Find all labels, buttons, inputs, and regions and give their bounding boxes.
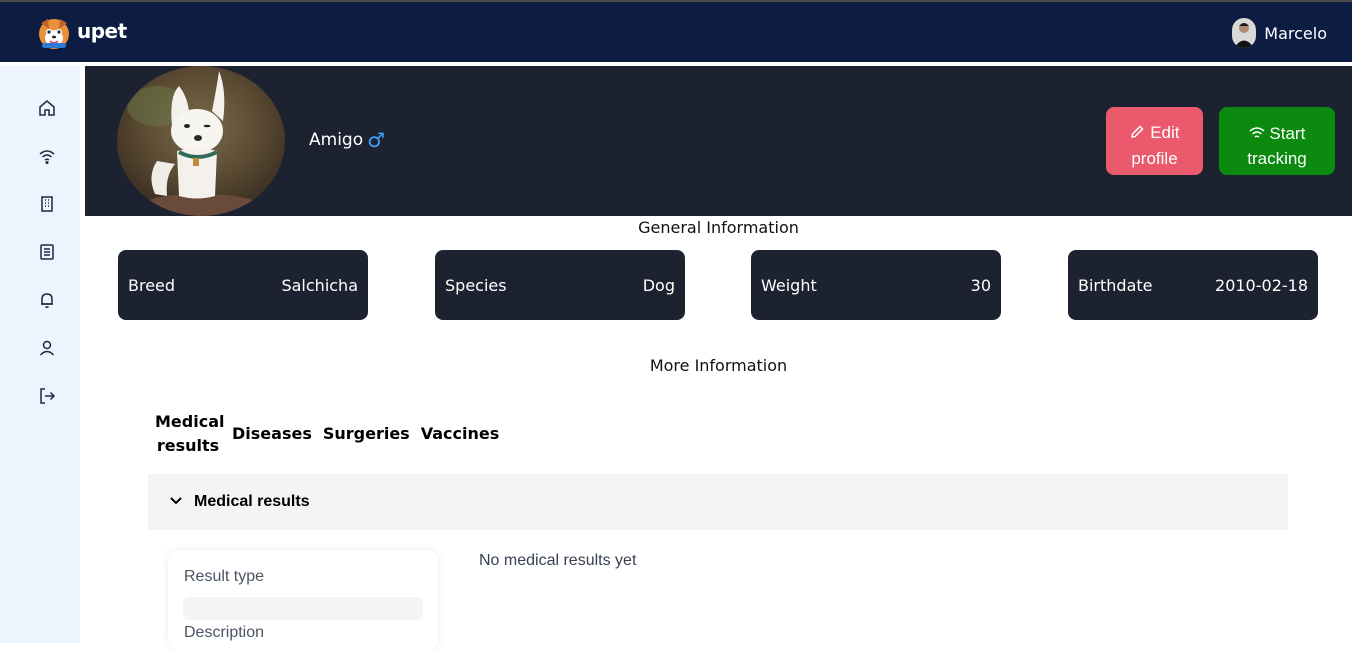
info-card-value: 2010-02-18 — [1215, 275, 1308, 295]
more-information-title: More Information — [649, 356, 788, 375]
result-type-label: Result type — [184, 568, 265, 585]
sidebar — [0, 66, 80, 643]
pencil-icon — [1129, 123, 1145, 147]
top-navbar: upet Marcelo — [0, 0, 1352, 62]
tab-medical-results[interactable]: Medical results — [155, 410, 224, 458]
user-menu[interactable]: Marcelo — [1232, 17, 1327, 49]
medical-results-accordion[interactable]: Medical results — [148, 474, 1288, 530]
wifi-icon — [1249, 123, 1265, 147]
avatar[interactable] — [1232, 18, 1257, 48]
info-card-breed: Breed Salchicha — [118, 250, 368, 320]
building-icon[interactable] — [36, 193, 58, 215]
info-card-species: Species Dog — [435, 250, 685, 320]
info-tabs: Medical results Diseases Surgeries Vacci… — [155, 410, 499, 458]
medical-result-form: Result type Description — [168, 550, 438, 650]
info-card-birthdate: Birthdate 2010-02-18 — [1068, 250, 1318, 320]
upet-logo-icon[interactable] — [36, 15, 72, 51]
brand-name[interactable]: upet — [77, 19, 127, 43]
general-information-title: General Information — [638, 218, 799, 237]
result-type-input[interactable] — [183, 597, 423, 620]
chevron-down-icon — [168, 492, 184, 513]
info-card-value: Salchicha — [281, 275, 358, 295]
pet-photo — [117, 66, 285, 216]
tab-vaccines[interactable]: Vaccines — [421, 422, 500, 446]
logout-icon[interactable] — [36, 385, 58, 407]
male-gender-icon: ♂ — [367, 128, 386, 152]
pet-name: Amigo ♂ — [309, 128, 385, 152]
info-card-value: Dog — [642, 275, 675, 295]
home-icon[interactable] — [36, 97, 58, 119]
description-label: Description — [184, 624, 265, 641]
info-card-value: 30 — [970, 275, 991, 295]
info-card-label: Breed — [128, 275, 176, 295]
info-card-label: Weight — [761, 275, 817, 295]
user-icon[interactable] — [36, 337, 58, 359]
start-tracking-button[interactable]: Start tracking — [1219, 107, 1335, 175]
info-card-label: Species — [445, 275, 507, 295]
wifi-icon[interactable] — [36, 145, 58, 167]
accordion-title: Medical results — [194, 493, 310, 510]
info-card-weight: Weight 30 — [751, 250, 1001, 320]
info-card-label: Birthdate — [1078, 275, 1153, 295]
tab-diseases[interactable]: Diseases — [232, 422, 312, 446]
bell-icon[interactable] — [36, 289, 58, 311]
tab-surgeries[interactable]: Surgeries — [323, 422, 410, 446]
empty-state-message: No medical results yet — [479, 552, 637, 569]
document-icon[interactable] — [36, 241, 58, 263]
pet-name-label: Amigo — [309, 130, 364, 150]
edit-profile-button[interactable]: Edit profile — [1106, 107, 1203, 175]
user-name[interactable]: Marcelo — [1264, 24, 1327, 43]
